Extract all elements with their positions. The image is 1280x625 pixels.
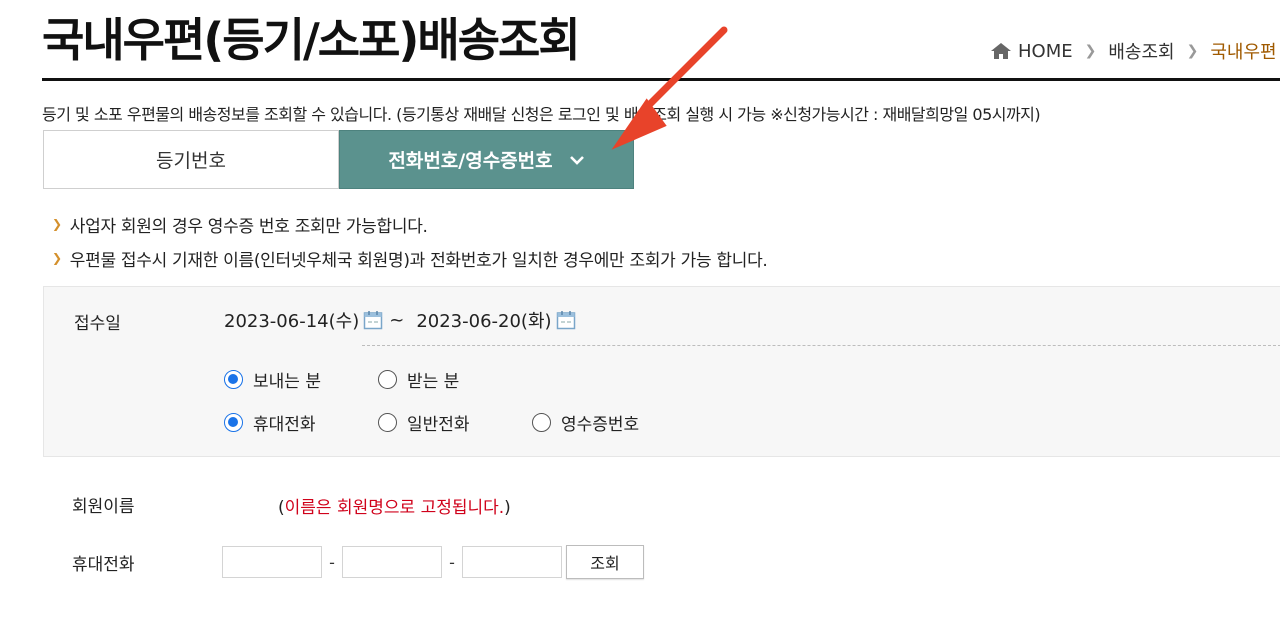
search-form-panel: 접수일 2023-06-14(수) ~ 2023-06-20(화) 보내는 분 (43, 286, 1280, 457)
chevron-right-icon: ❯ (1084, 43, 1097, 59)
date-range: 2023-06-14(수) ~ 2023-06-20(화) (224, 307, 582, 333)
page-description: 등기 및 소포 우편물의 배송정보를 조회할 수 있습니다. (등기통상 재배달… (42, 105, 1041, 124)
title-divider (42, 78, 1280, 81)
radio-button-checked[interactable] (224, 413, 243, 432)
mobile-phone-label: 휴대전화 (72, 555, 135, 575)
calendar-icon[interactable] (363, 310, 383, 330)
radio-button[interactable] (378, 413, 397, 432)
section-divider (362, 345, 1280, 346)
calendar-icon[interactable] (556, 310, 576, 330)
tab-phone-receipt[interactable]: 전화번호/영수증번호 (339, 130, 634, 189)
phone-part-1-input[interactable] (222, 546, 322, 578)
notice-text: 사업자 회원의 경우 영수증 번호 조회만 가능합니다. (69, 216, 428, 237)
page-title: 국내우편(등기/소포)배송조회 (42, 13, 581, 67)
radio-button[interactable] (378, 370, 397, 389)
radio-sender[interactable]: 보내는 분 (224, 367, 378, 392)
radio-button-checked[interactable] (224, 370, 243, 389)
bullet-icon: ❯ (52, 251, 62, 265)
notice-list: ❯ 사업자 회원의 경우 영수증 번호 조회만 가능합니다. ❯ 우편물 접수시… (52, 207, 768, 275)
member-name-warning: 이름은 회원명으로 고정됩니다. (284, 498, 505, 518)
breadcrumb-home[interactable]: HOME (1018, 41, 1073, 62)
phone-input-group: - - 조회 (222, 545, 644, 579)
chevron-right-icon: ❯ (1186, 43, 1199, 59)
breadcrumb: HOME ❯ 배송조회 ❯ 국내우편 (990, 38, 1277, 64)
search-button[interactable]: 조회 (566, 545, 644, 579)
phone-part-2-input[interactable] (342, 546, 442, 578)
radio-button[interactable] (532, 413, 551, 432)
phone-part-3-input[interactable] (462, 546, 562, 578)
date-to-value[interactable]: 2023-06-20(화) (416, 307, 551, 333)
phone-dash: - (449, 552, 455, 572)
radio-label: 일반전화 (407, 415, 470, 435)
date-from-value[interactable]: 2023-06-14(수) (224, 307, 359, 333)
radio-receiver[interactable]: 받는 분 (378, 367, 459, 392)
sender-receiver-radio-group: 보내는 분 받는 분 (224, 367, 459, 392)
member-name-label: 회원이름 (72, 497, 135, 517)
radio-label: 휴대전화 (253, 415, 316, 435)
radio-label: 영수증번호 (561, 415, 640, 435)
chevron-down-icon (569, 155, 584, 165)
radio-landline[interactable]: 일반전화 (378, 410, 532, 435)
receipt-date-label: 접수일 (74, 314, 121, 334)
bullet-icon: ❯ (52, 217, 62, 231)
home-icon[interactable] (990, 42, 1012, 60)
notice-text: 우편물 접수시 기재한 이름(인터넷우체국 회원명)과 전화번호가 일치한 경우… (69, 250, 768, 271)
radio-mobile[interactable]: 휴대전화 (224, 410, 378, 435)
list-item: ❯ 우편물 접수시 기재한 이름(인터넷우체국 회원명)과 전화번호가 일치한 … (52, 241, 768, 275)
date-range-separator: ~ (389, 309, 405, 331)
breadcrumb-tracking[interactable]: 배송조회 (1108, 38, 1174, 64)
phone-type-radio-group: 휴대전화 일반전화 영수증번호 (224, 410, 639, 435)
radio-receipt[interactable]: 영수증번호 (532, 410, 639, 435)
member-name-note: (이름은 회원명으로 고정됩니다.) (278, 493, 511, 518)
list-item: ❯ 사업자 회원의 경우 영수증 번호 조회만 가능합니다. (52, 207, 768, 241)
paren-open: ( (278, 498, 285, 518)
breadcrumb-current[interactable]: 국내우편 (1210, 38, 1276, 64)
tab-label: 등기번호 (156, 150, 226, 172)
tab-label: 전화번호/영수증번호 (388, 150, 553, 172)
phone-dash: - (329, 552, 335, 572)
paren-close: ) (504, 498, 511, 518)
tab-registered-number[interactable]: 등기번호 (43, 130, 339, 189)
search-type-tabs: 등기번호 전화번호/영수증번호 (43, 130, 634, 189)
radio-label: 받는 분 (407, 372, 460, 392)
radio-label: 보내는 분 (253, 372, 321, 392)
